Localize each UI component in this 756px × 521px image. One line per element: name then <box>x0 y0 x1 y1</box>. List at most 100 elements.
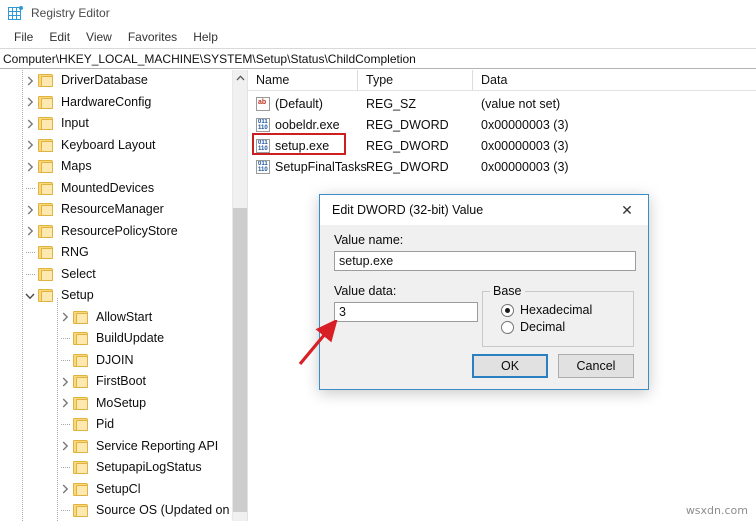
column-header-name[interactable]: Name <box>248 70 358 91</box>
chevron-down-icon[interactable] <box>22 285 38 306</box>
tree-branch-stub <box>22 264 38 285</box>
chevron-right-icon[interactable] <box>57 371 73 392</box>
radio-hexadecimal-indicator[interactable] <box>501 303 514 317</box>
value-name-input[interactable]: setup.exe <box>334 251 636 271</box>
chevron-right-icon[interactable] <box>22 92 38 113</box>
tree-scrollbar-thumb[interactable] <box>233 208 247 512</box>
radio-decimal[interactable]: Decimal <box>501 320 623 334</box>
tree-item-resourcepolicystore[interactable]: ResourcePolicyStore <box>0 221 233 243</box>
value-name-label: Value name: <box>334 233 404 247</box>
tree-item-hardwareconfig[interactable]: HardwareConfig <box>0 92 233 114</box>
folder-icon <box>73 418 88 432</box>
tree-item-service-reporting-api[interactable]: Service Reporting API <box>0 436 233 458</box>
folder-icon <box>38 160 53 174</box>
folder-icon <box>38 138 53 152</box>
tree-item-rng[interactable]: RNG <box>0 242 233 264</box>
chevron-right-icon[interactable] <box>57 436 73 457</box>
tree-item-input[interactable]: Input <box>0 113 233 135</box>
tree-item-pid[interactable]: Pid <box>0 414 233 436</box>
tree-item-label: Pid <box>96 417 115 432</box>
tree-item-label: AllowStart <box>96 309 153 324</box>
registry-tree[interactable]: DriverDatabase HardwareConfig Input Keyboar… <box>0 70 233 521</box>
folder-icon <box>73 461 88 475</box>
value-data-cell: 0x00000003 (3) <box>481 159 569 174</box>
tree-item-buildupdate[interactable]: BuildUpdate <box>0 328 233 350</box>
value-name-cell: ab (Default) <box>248 96 358 111</box>
folder-icon <box>38 267 53 281</box>
ok-button[interactable]: OK <box>472 354 548 378</box>
value-data-input[interactable]: 3 <box>334 302 478 322</box>
tree-item-label: Setup <box>61 288 94 303</box>
folder-icon <box>73 310 88 324</box>
value-row[interactable]: 011 110 oobeldr.exe REG_DWORD 0x00000003 (3) <box>248 114 756 135</box>
tree-item-firstboot[interactable]: FirstBoot <box>0 371 233 393</box>
scroll-up-arrow[interactable] <box>233 70 247 85</box>
folder-icon <box>73 375 88 389</box>
menu-edit[interactable]: Edit <box>41 28 78 46</box>
close-icon[interactable]: ✕ <box>606 196 648 225</box>
value-row[interactable]: ab (Default) REG_SZ (value not set) <box>248 93 756 114</box>
chevron-right-icon[interactable] <box>57 393 73 414</box>
tree-item-mounteddevices[interactable]: MountedDevices <box>0 178 233 200</box>
tree-vertical-scrollbar[interactable] <box>232 70 247 521</box>
tree-item-allowstart[interactable]: AllowStart <box>0 307 233 329</box>
value-row[interactable]: 011 110 setup.exe REG_DWORD 0x00000003 (3) <box>248 133 756 156</box>
radio-hexadecimal-label: Hexadecimal <box>520 303 593 317</box>
window-title: Registry Editor <box>31 6 110 20</box>
folder-icon <box>38 289 53 303</box>
tree-item-maps[interactable]: Maps <box>0 156 233 178</box>
value-data-cell: 0x00000003 (3) <box>481 138 569 153</box>
cancel-button[interactable]: Cancel <box>558 354 634 378</box>
address-bar[interactable]: Computer\HKEY_LOCAL_MACHINE\SYSTEM\Setup… <box>0 48 756 69</box>
tree-item-label: Keyboard Layout <box>61 137 156 152</box>
tree-item-setupapilogstatus[interactable]: SetupapiLogStatus <box>0 457 233 479</box>
chevron-right-icon[interactable] <box>22 199 38 220</box>
column-header-data[interactable]: Data <box>473 70 733 91</box>
tree-item-driverdatabase[interactable]: DriverDatabase <box>0 70 233 92</box>
menu-file[interactable]: File <box>6 28 41 46</box>
tree-item-select[interactable]: Select <box>0 264 233 286</box>
tree-item-label: BuildUpdate <box>96 331 165 346</box>
tree-branch-stub <box>57 350 73 371</box>
tree-item-setup[interactable]: Setup <box>0 285 233 307</box>
tree-item-keyboard-layout[interactable]: Keyboard Layout <box>0 135 233 157</box>
radio-hexadecimal[interactable]: Hexadecimal <box>501 303 623 317</box>
tree-item-label: SetupCl <box>96 481 141 496</box>
value-data-cell: 0x00000003 (3) <box>481 117 569 132</box>
tree-item-resourcemanager[interactable]: ResourceManager <box>0 199 233 221</box>
tree-item-label: MountedDevices <box>61 180 155 195</box>
menu-view[interactable]: View <box>78 28 120 46</box>
registry-tree-pane: DriverDatabase HardwareConfig Input Keyboar… <box>0 70 248 521</box>
chevron-right-icon[interactable] <box>22 156 38 177</box>
chevron-right-icon[interactable] <box>22 221 38 242</box>
dialog-buttons: OK Cancel <box>472 354 634 378</box>
tree-item-djoin[interactable]: DJOIN <box>0 350 233 372</box>
column-header-type[interactable]: Type <box>358 70 473 91</box>
tree-item-label: FirstBoot <box>96 374 147 389</box>
chevron-right-icon[interactable] <box>22 135 38 156</box>
tree-item-label: Service Reporting API <box>96 438 219 453</box>
tree-branch-stub <box>57 457 73 478</box>
folder-icon <box>73 482 88 496</box>
radio-decimal-indicator[interactable] <box>501 320 514 334</box>
tree-item-label: Input <box>61 116 89 131</box>
tree-branch-stub <box>22 242 38 263</box>
value-name-cell: 011 110 oobeldr.exe <box>248 117 358 132</box>
tree-item-setupcl[interactable]: SetupCl <box>0 479 233 501</box>
menu-favorites[interactable]: Favorites <box>120 28 185 46</box>
chevron-right-icon[interactable] <box>57 307 73 328</box>
radio-decimal-label: Decimal <box>520 320 566 334</box>
dword-value-icon: 011 110 <box>256 138 270 153</box>
value-row[interactable]: 011 110 SetupFinalTasks REG_DWORD 0x00000003… <box>248 156 756 177</box>
values-list[interactable]: ab (Default) REG_SZ (value not set) 011 110 oo… <box>248 91 756 177</box>
tree-item-source-os-updated-on-10[interactable]: Source OS (Updated on 10) <box>0 500 233 521</box>
menu-help[interactable]: Help <box>185 28 226 46</box>
base-radio-group: Base Hexadecimal Decimal <box>482 284 634 347</box>
folder-icon <box>38 224 53 238</box>
chevron-right-icon[interactable] <box>57 479 73 500</box>
chevron-right-icon[interactable] <box>22 113 38 134</box>
folder-icon <box>73 439 88 453</box>
chevron-right-icon[interactable] <box>22 70 38 91</box>
folder-icon <box>38 74 53 88</box>
tree-item-mosetup[interactable]: MoSetup <box>0 393 233 415</box>
